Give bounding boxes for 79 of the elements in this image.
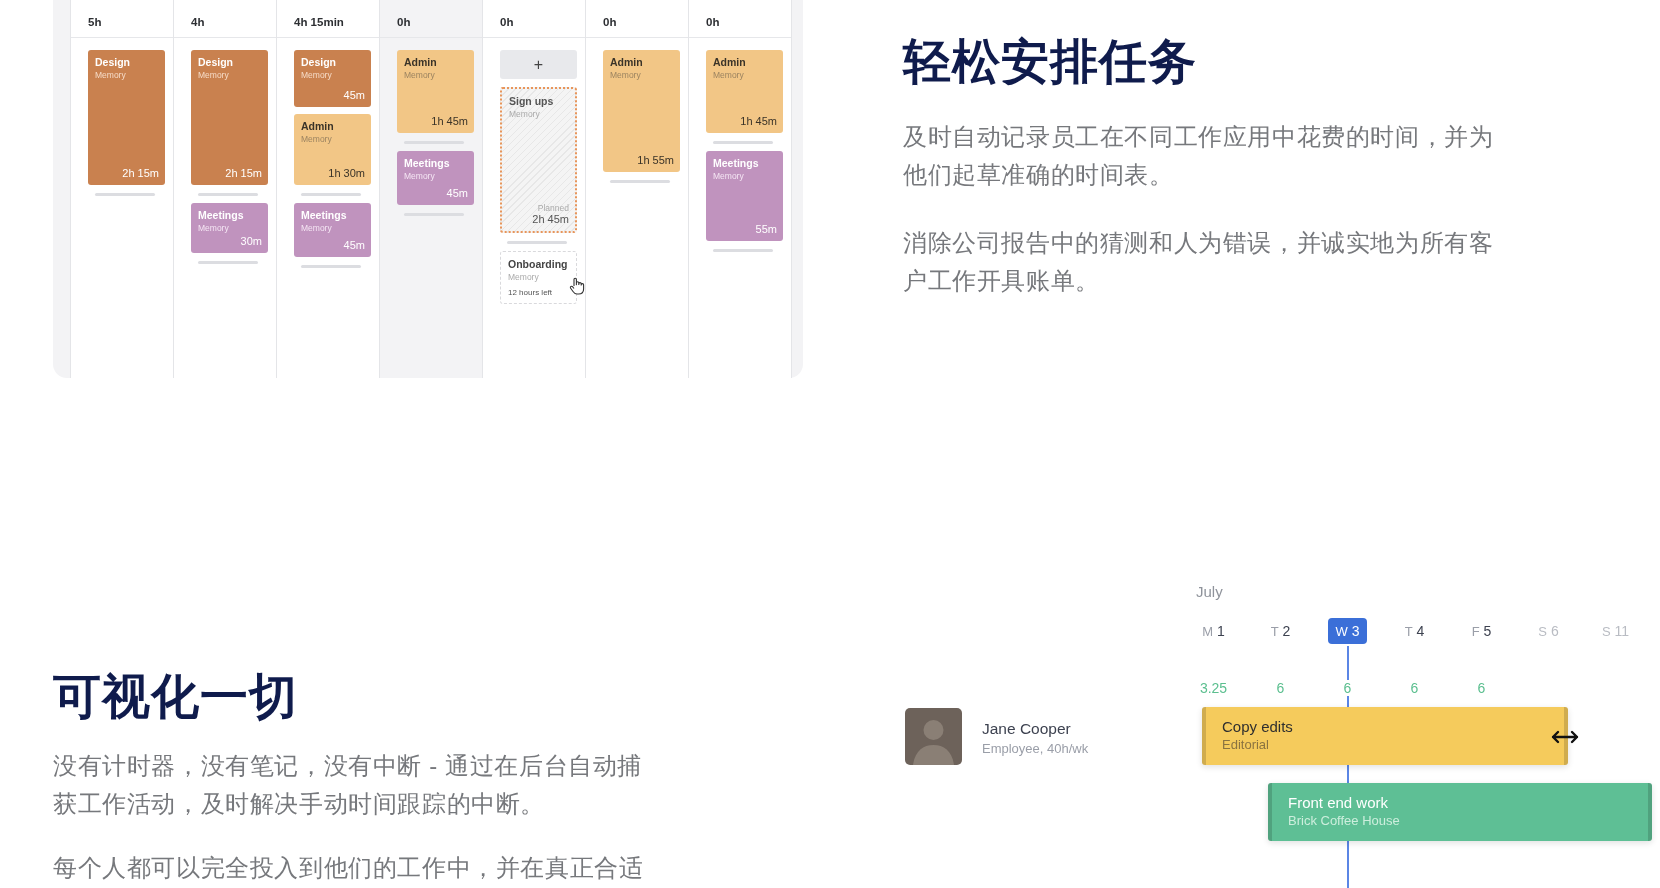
time-entry-card[interactable]: Admin Memory 1h 55m <box>603 50 680 172</box>
entry-title: Design <box>301 56 337 68</box>
entry-title: Admin <box>610 56 644 68</box>
entry-duration: 45m <box>343 239 365 251</box>
section-heading: 轻松安排任务 <box>903 34 1198 90</box>
task-title: Front end work <box>1288 794 1390 811</box>
entry-project: Memory <box>301 134 333 144</box>
entry-project: Memory <box>198 70 230 80</box>
day-total: 0h <box>603 16 617 28</box>
entry-note: Planned <box>537 203 569 213</box>
time-entry-card[interactable]: Sign ups Memory Planned 2h 45m <box>500 87 577 233</box>
entry-duration: 45m <box>446 187 468 199</box>
entry-duration: 1h 55m <box>637 154 674 166</box>
day-hours: 6 <box>1410 680 1419 696</box>
day-total: 4h 15min <box>294 16 344 28</box>
entry-project: Memory <box>404 171 436 181</box>
entry-title: Design <box>198 56 234 68</box>
section-paragraph: 每个人都可以完全投入到他们的工作中，并在真正合适 <box>53 853 645 883</box>
task-client: Editorial <box>1222 737 1270 752</box>
entry-duration: 1h 45m <box>431 115 468 127</box>
add-button[interactable]: + <box>500 50 577 79</box>
entry-project: Memory <box>509 109 541 119</box>
entry-duration: 2h 45m <box>532 213 569 225</box>
resize-cursor-icon <box>1550 730 1580 744</box>
entry-project: Memory <box>198 223 230 233</box>
entry-title: Design <box>95 56 131 68</box>
entry-project: Memory <box>713 171 745 181</box>
day-total: 0h <box>706 16 720 28</box>
day-hours: 3.25 <box>1199 680 1228 696</box>
day-hours: 6 <box>1477 680 1486 696</box>
person-name: Jane Cooper <box>982 720 1072 738</box>
entry-project: Memory <box>95 70 127 80</box>
section-paragraph: 没有计时器，没有笔记，没有中断 - 通过在后台自动捕获工作活动，及时解决手动时间跟踪的中断。 <box>53 751 643 819</box>
entry-title: Sign ups <box>509 95 555 107</box>
entry-duration: 1h 45m <box>740 115 777 127</box>
entry-project: Memory <box>713 70 745 80</box>
day-tab[interactable]: W 3 <box>1327 618 1368 644</box>
entry-title: Admin <box>404 56 438 68</box>
day-total: 0h <box>397 16 411 28</box>
section-paragraph: 及时自动记录员工在不同工作应用中花费的时间，并为他们起草准确的时间表。 <box>903 122 1495 190</box>
section-paragraph: 消除公司报告中的猜测和人为错误，并诚实地为所有客户工作开具账单。 <box>903 228 1495 296</box>
entry-project: Memory <box>404 70 436 80</box>
day-tab[interactable]: T 4 <box>1396 618 1433 644</box>
entry-title: Admin <box>713 56 747 68</box>
entry-duration: 30m <box>240 235 262 247</box>
entry-title: Meetings <box>198 209 245 221</box>
entry-project: Memory <box>508 272 540 282</box>
entry-duration: 45m <box>343 89 365 101</box>
entry-title: Meetings <box>713 157 760 169</box>
time-entry-card[interactable]: Admin Memory 1h 45m <box>706 50 783 133</box>
task-client: Brick Coffee House <box>1288 813 1401 828</box>
day-hours: 6 <box>1276 680 1285 696</box>
entry-duration: 2h 15m <box>122 167 159 179</box>
day-total: 5h <box>88 16 102 28</box>
month-label: July <box>1196 583 1224 600</box>
entry-title: Admin <box>301 120 335 132</box>
avatar-photo-placeholder <box>905 708 962 765</box>
entry-project: Memory <box>301 70 333 80</box>
entry-title: Meetings <box>301 209 348 221</box>
time-entry-card[interactable]: Admin Memory 1h 30m <box>294 114 371 185</box>
day-tab[interactable]: M 1 <box>1194 618 1233 644</box>
entry-duration: 55m <box>755 223 777 235</box>
time-entry-card[interactable]: Admin Memory 1h 45m <box>397 50 474 133</box>
entry-title: Onboarding <box>508 258 569 270</box>
entry-project: Memory <box>301 223 333 233</box>
task-title: Copy edits <box>1222 718 1294 735</box>
day-total: 4h <box>191 16 205 28</box>
entry-duration: 2h 15m <box>225 167 262 179</box>
person-role: Employee, 40h/wk <box>982 741 1089 756</box>
day-total: 0h <box>500 16 514 28</box>
day-tab[interactable]: T 2 <box>1262 618 1299 644</box>
day-hours: 6 <box>1343 680 1352 696</box>
entry-project: Memory <box>610 70 642 80</box>
entry-duration: 1h 30m <box>328 167 365 179</box>
day-tab[interactable]: F 5 <box>1463 618 1500 644</box>
section-heading: 可视化一切 <box>53 669 299 725</box>
entry-note: 12 hours left <box>508 288 554 297</box>
entry-title: Meetings <box>404 157 451 169</box>
task-bar[interactable]: Copy edits Editorial <box>1202 707 1568 765</box>
